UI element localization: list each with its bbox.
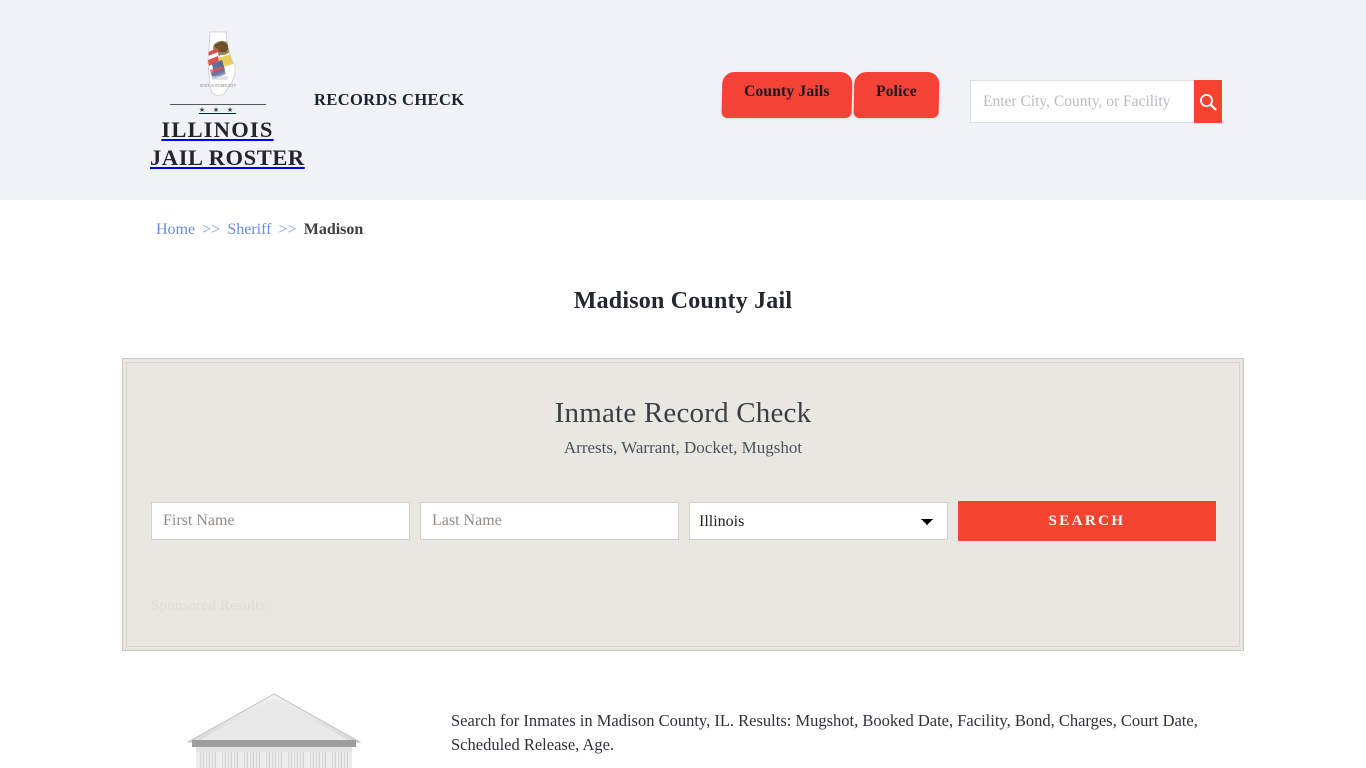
courthouse-image xyxy=(178,688,370,768)
state-select[interactable]: Illinois xyxy=(689,502,948,540)
logo-line-1: ILLINOIS xyxy=(161,117,274,142)
breadcrumb-link-home[interactable]: Home xyxy=(156,221,195,238)
sponsored-results-label: Sponsored Results xyxy=(151,598,266,614)
illinois-state-shape-flag-icon: STATE SOVEREIGNTY xyxy=(199,31,236,97)
svg-text:STATE SOVEREIGNTY: STATE SOVEREIGNTY xyxy=(199,84,236,88)
header-search xyxy=(970,80,1222,123)
header-search-button[interactable] xyxy=(1194,80,1222,123)
nav-tab-county-jails-label: County Jails xyxy=(744,83,830,100)
search-icon xyxy=(1200,93,1217,110)
breadcrumb-link-sheriff[interactable]: Sheriff xyxy=(227,221,271,238)
first-name-input[interactable] xyxy=(151,502,410,540)
site-header: STATE SOVEREIGNTY ★ ★ ★ ILLINOIS JAIL RO… xyxy=(0,0,1366,200)
page-title: Madison County Jail xyxy=(573,288,793,315)
breadcrumb: Home >> Sheriff >> Madison xyxy=(156,221,363,239)
header-tagline: RECORDS CHECK xyxy=(314,90,465,109)
last-name-input[interactable] xyxy=(420,502,679,540)
site-logo[interactable]: STATE SOVEREIGNTY ★ ★ ★ ILLINOIS JAIL RO… xyxy=(150,30,305,171)
breadcrumb-separator-1: >> xyxy=(202,221,221,238)
county-information-text-column: Search for Inmates in Madison County, IL… xyxy=(451,692,1241,768)
courthouse-building-icon xyxy=(186,693,362,768)
breadcrumb-current: Madison xyxy=(303,221,364,238)
primary-navigation: County Jails Police xyxy=(721,72,939,118)
header-search-input[interactable] xyxy=(970,80,1194,123)
breadcrumb-separator-2: >> xyxy=(278,221,297,238)
inmate-search-form: Illinois SEARCH xyxy=(151,501,1243,541)
county-information-section: Search for Inmates in Madison County, IL… xyxy=(0,676,1366,768)
logo-divider xyxy=(169,104,266,105)
county-description: Search for Inmates in Madison County, IL… xyxy=(451,710,1198,754)
panel-heading: Inmate Record Check xyxy=(554,397,812,429)
inmate-record-check-panel: Inmate Record Check Arrests, Warrant, Do… xyxy=(122,358,1244,651)
panel-subheading: Arrests, Warrant, Docket, Mugshot xyxy=(563,438,803,457)
nav-tab-police-label: Police xyxy=(875,83,917,100)
logo-line-2: JAIL ROSTER xyxy=(150,145,305,170)
search-submit-button[interactable]: SEARCH xyxy=(958,501,1216,541)
nav-tab-county-jails[interactable]: County Jails xyxy=(721,72,853,118)
nav-tab-police[interactable]: Police xyxy=(853,72,939,118)
logo-stars: ★ ★ ★ xyxy=(198,106,237,114)
